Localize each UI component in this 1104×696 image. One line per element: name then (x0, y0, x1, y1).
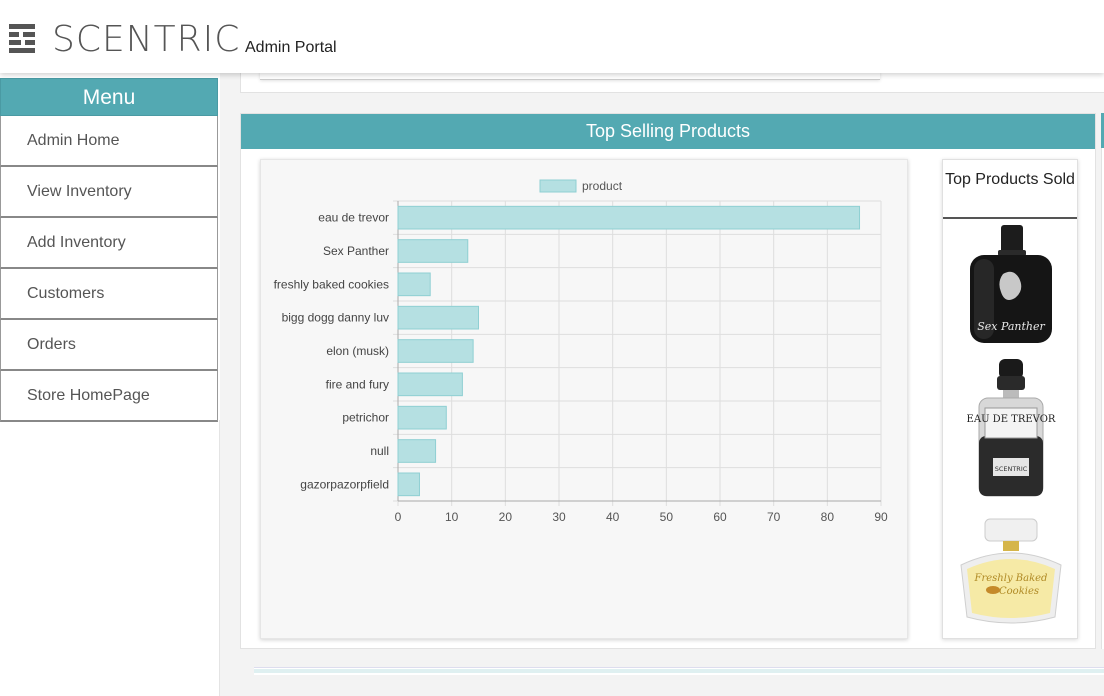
y-tick-label: null (370, 444, 389, 458)
bar (397, 239, 469, 263)
legend-label: product (582, 179, 623, 193)
brand-name[interactable]: SCENTRIC (52, 19, 240, 60)
y-tick-label: gazorpazorpfield (300, 477, 389, 491)
x-tick-label: 30 (552, 510, 566, 524)
product-image-freshly-baked-cookies[interactable]: Freshly Baked Cookies (943, 517, 1079, 625)
x-tick-label: 90 (874, 510, 888, 524)
previous-panel (240, 71, 1104, 93)
bar (397, 305, 479, 330)
eau-de-trevor-label: EAU DE TREVOR (967, 414, 1056, 425)
sidebar-item-admin-home[interactable]: Admin Home (0, 116, 218, 167)
portal-label: Admin Portal (245, 39, 337, 56)
legend-swatch (539, 179, 577, 193)
y-tick-label: freshly baked cookies (274, 277, 389, 291)
x-tick-label: 50 (660, 510, 674, 524)
next-panel-title-edge (254, 669, 1104, 673)
scentric-bottle-label: SCENTRIC (995, 465, 1028, 473)
bar-chart[interactable]: product 0 10 20 30 40 50 60 70 80 90 eau de trevor S… (261, 160, 909, 640)
y-tick-label: petrichor (342, 411, 389, 425)
app-header: SCENTRIC Admin Portal (0, 0, 1104, 73)
top-products-title: Top Products Sold (943, 160, 1077, 219)
sidebar-item-store-homepage[interactable]: Store HomePage (0, 371, 218, 422)
top-selling-panel: Top Selling Products product 0 10 20 30 40 50 6… (240, 113, 1096, 649)
svg-text:Cookies: Cookies (999, 586, 1039, 597)
product-image-eau-de-trevor[interactable]: EAU DE TREVOR SCENTRIC (943, 356, 1079, 501)
y-tick-label: eau de trevor (318, 211, 389, 225)
sex-panther-label: Sex Panther (977, 320, 1045, 333)
sales-chart-card: product 0 10 20 30 40 50 60 70 80 90 eau de trevor S… (260, 159, 908, 639)
x-tick-label: 40 (606, 510, 620, 524)
sidebar-item-orders[interactable]: Orders (0, 320, 218, 371)
product-image-sex-panther[interactable]: Sex Panther (943, 222, 1079, 347)
x-tick-label: 10 (445, 510, 459, 524)
sidebar-item-add-inventory[interactable]: Add Inventory (0, 218, 218, 269)
bar (397, 339, 474, 363)
bar (397, 405, 447, 430)
sidebar-item-view-inventory[interactable]: View Inventory (0, 167, 218, 218)
x-tick-label: 60 (713, 510, 727, 524)
bar (397, 272, 431, 297)
y-tick-label: Sex Panther (323, 244, 389, 258)
menu-title: Menu (0, 78, 218, 116)
sidebar-menu: Menu Admin Home View Inventory Add Inven… (0, 78, 218, 422)
bar (397, 372, 463, 397)
y-tick-label: elon (musk) (326, 344, 389, 358)
x-tick-label: 80 (821, 510, 835, 524)
y-tick-label: fire and fury (326, 377, 389, 391)
panel-title: Top Selling Products (241, 114, 1095, 149)
scentric-logo-icon[interactable] (9, 24, 35, 53)
bar (397, 205, 861, 230)
bar (397, 472, 420, 497)
main-content[interactable]: Top Selling Products product 0 10 20 30 40 50 6… (220, 71, 1104, 696)
x-tick-label: 70 (767, 510, 781, 524)
bar (397, 439, 437, 463)
svg-text:Freshly Baked: Freshly Baked (974, 573, 1048, 584)
x-tick-label: 20 (499, 510, 513, 524)
top-products-card: Top Products Sold Sex Panther EAU DE TRE… (942, 159, 1078, 639)
x-tick-label: 0 (395, 510, 402, 524)
sidebar-item-customers[interactable]: Customers (0, 269, 218, 320)
y-tick-label: bigg dogg danny luv (282, 311, 389, 325)
